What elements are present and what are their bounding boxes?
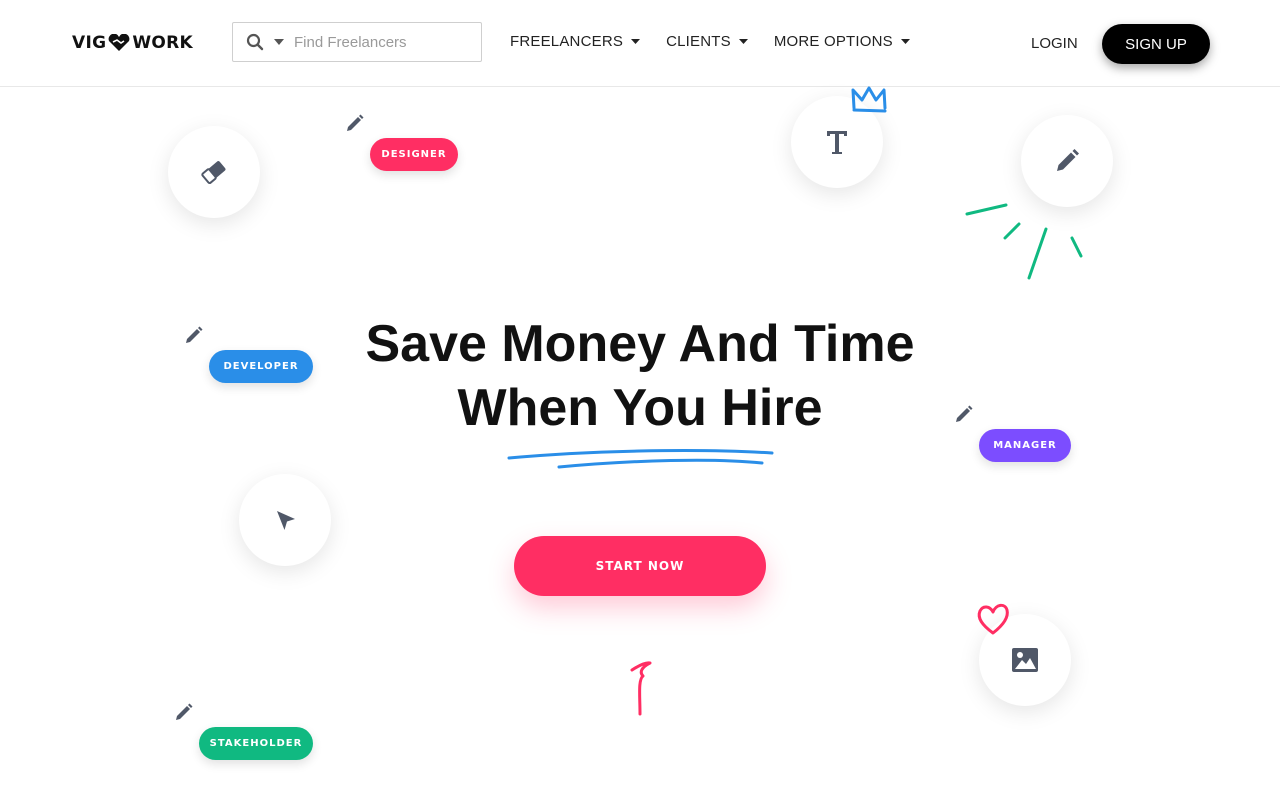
crown-icon [851,86,887,113]
pencil-icon [1057,149,1079,171]
stakeholder-tag: STAKEHOLDER [199,727,313,760]
pencil-circle [1021,115,1113,207]
logo-text-right: WORK [132,33,194,53]
search-input[interactable] [294,33,464,51]
heart-icon [977,603,1009,635]
logo[interactable]: VIG WORK [72,31,193,55]
designer-tag: DESIGNER [370,138,458,171]
manager-tag: MANAGER [979,429,1071,462]
search-box[interactable] [232,22,482,62]
hero-title-line1: Save Money And Time [365,315,915,373]
nav-clients-label: CLIENTS [666,33,731,50]
handshake-heart-icon [108,34,130,51]
sparkle-lines-icon [965,203,1083,280]
chevron-down-icon [900,39,910,44]
nav-clients[interactable]: CLIENTS [666,33,748,50]
search-icon[interactable] [246,33,264,51]
eraser-circle [168,126,260,218]
chevron-down-icon [738,39,748,44]
nav-freelancers[interactable]: FREELANCERS [510,33,641,50]
pencil-icon [182,323,206,347]
nav-freelancers-label: FREELANCERS [510,33,624,50]
login-link[interactable]: LOGIN [1031,35,1078,52]
start-now-button[interactable]: START NOW [514,536,766,596]
main-nav: FREELANCERS CLIENTS MORE OPTIONS [510,33,936,50]
header: VIG WORK FREELANCERS CLIENTS MORE OPTION… [0,0,1280,87]
logo-text-left: VIG [72,33,107,53]
eraser-icon [201,161,226,185]
nav-more-options[interactable]: MORE OPTIONS [774,33,910,50]
nav-more-options-label: MORE OPTIONS [773,33,893,50]
text-icon [827,131,847,154]
signup-button[interactable]: SIGN UP [1102,24,1210,64]
cursor-icon [277,511,295,530]
hero-title-line2: When You Hire [457,379,823,437]
chevron-down-icon[interactable] [274,39,284,45]
pencil-icon [172,700,196,724]
cursor-circle [239,474,331,566]
underline-squiggle-icon [507,449,774,469]
pencil-icon [343,111,367,135]
squiggle-icon [630,661,652,716]
hero-title: Save Money And Time When You Hire [290,312,990,440]
image-icon [1012,648,1038,672]
chevron-down-icon [631,39,641,44]
